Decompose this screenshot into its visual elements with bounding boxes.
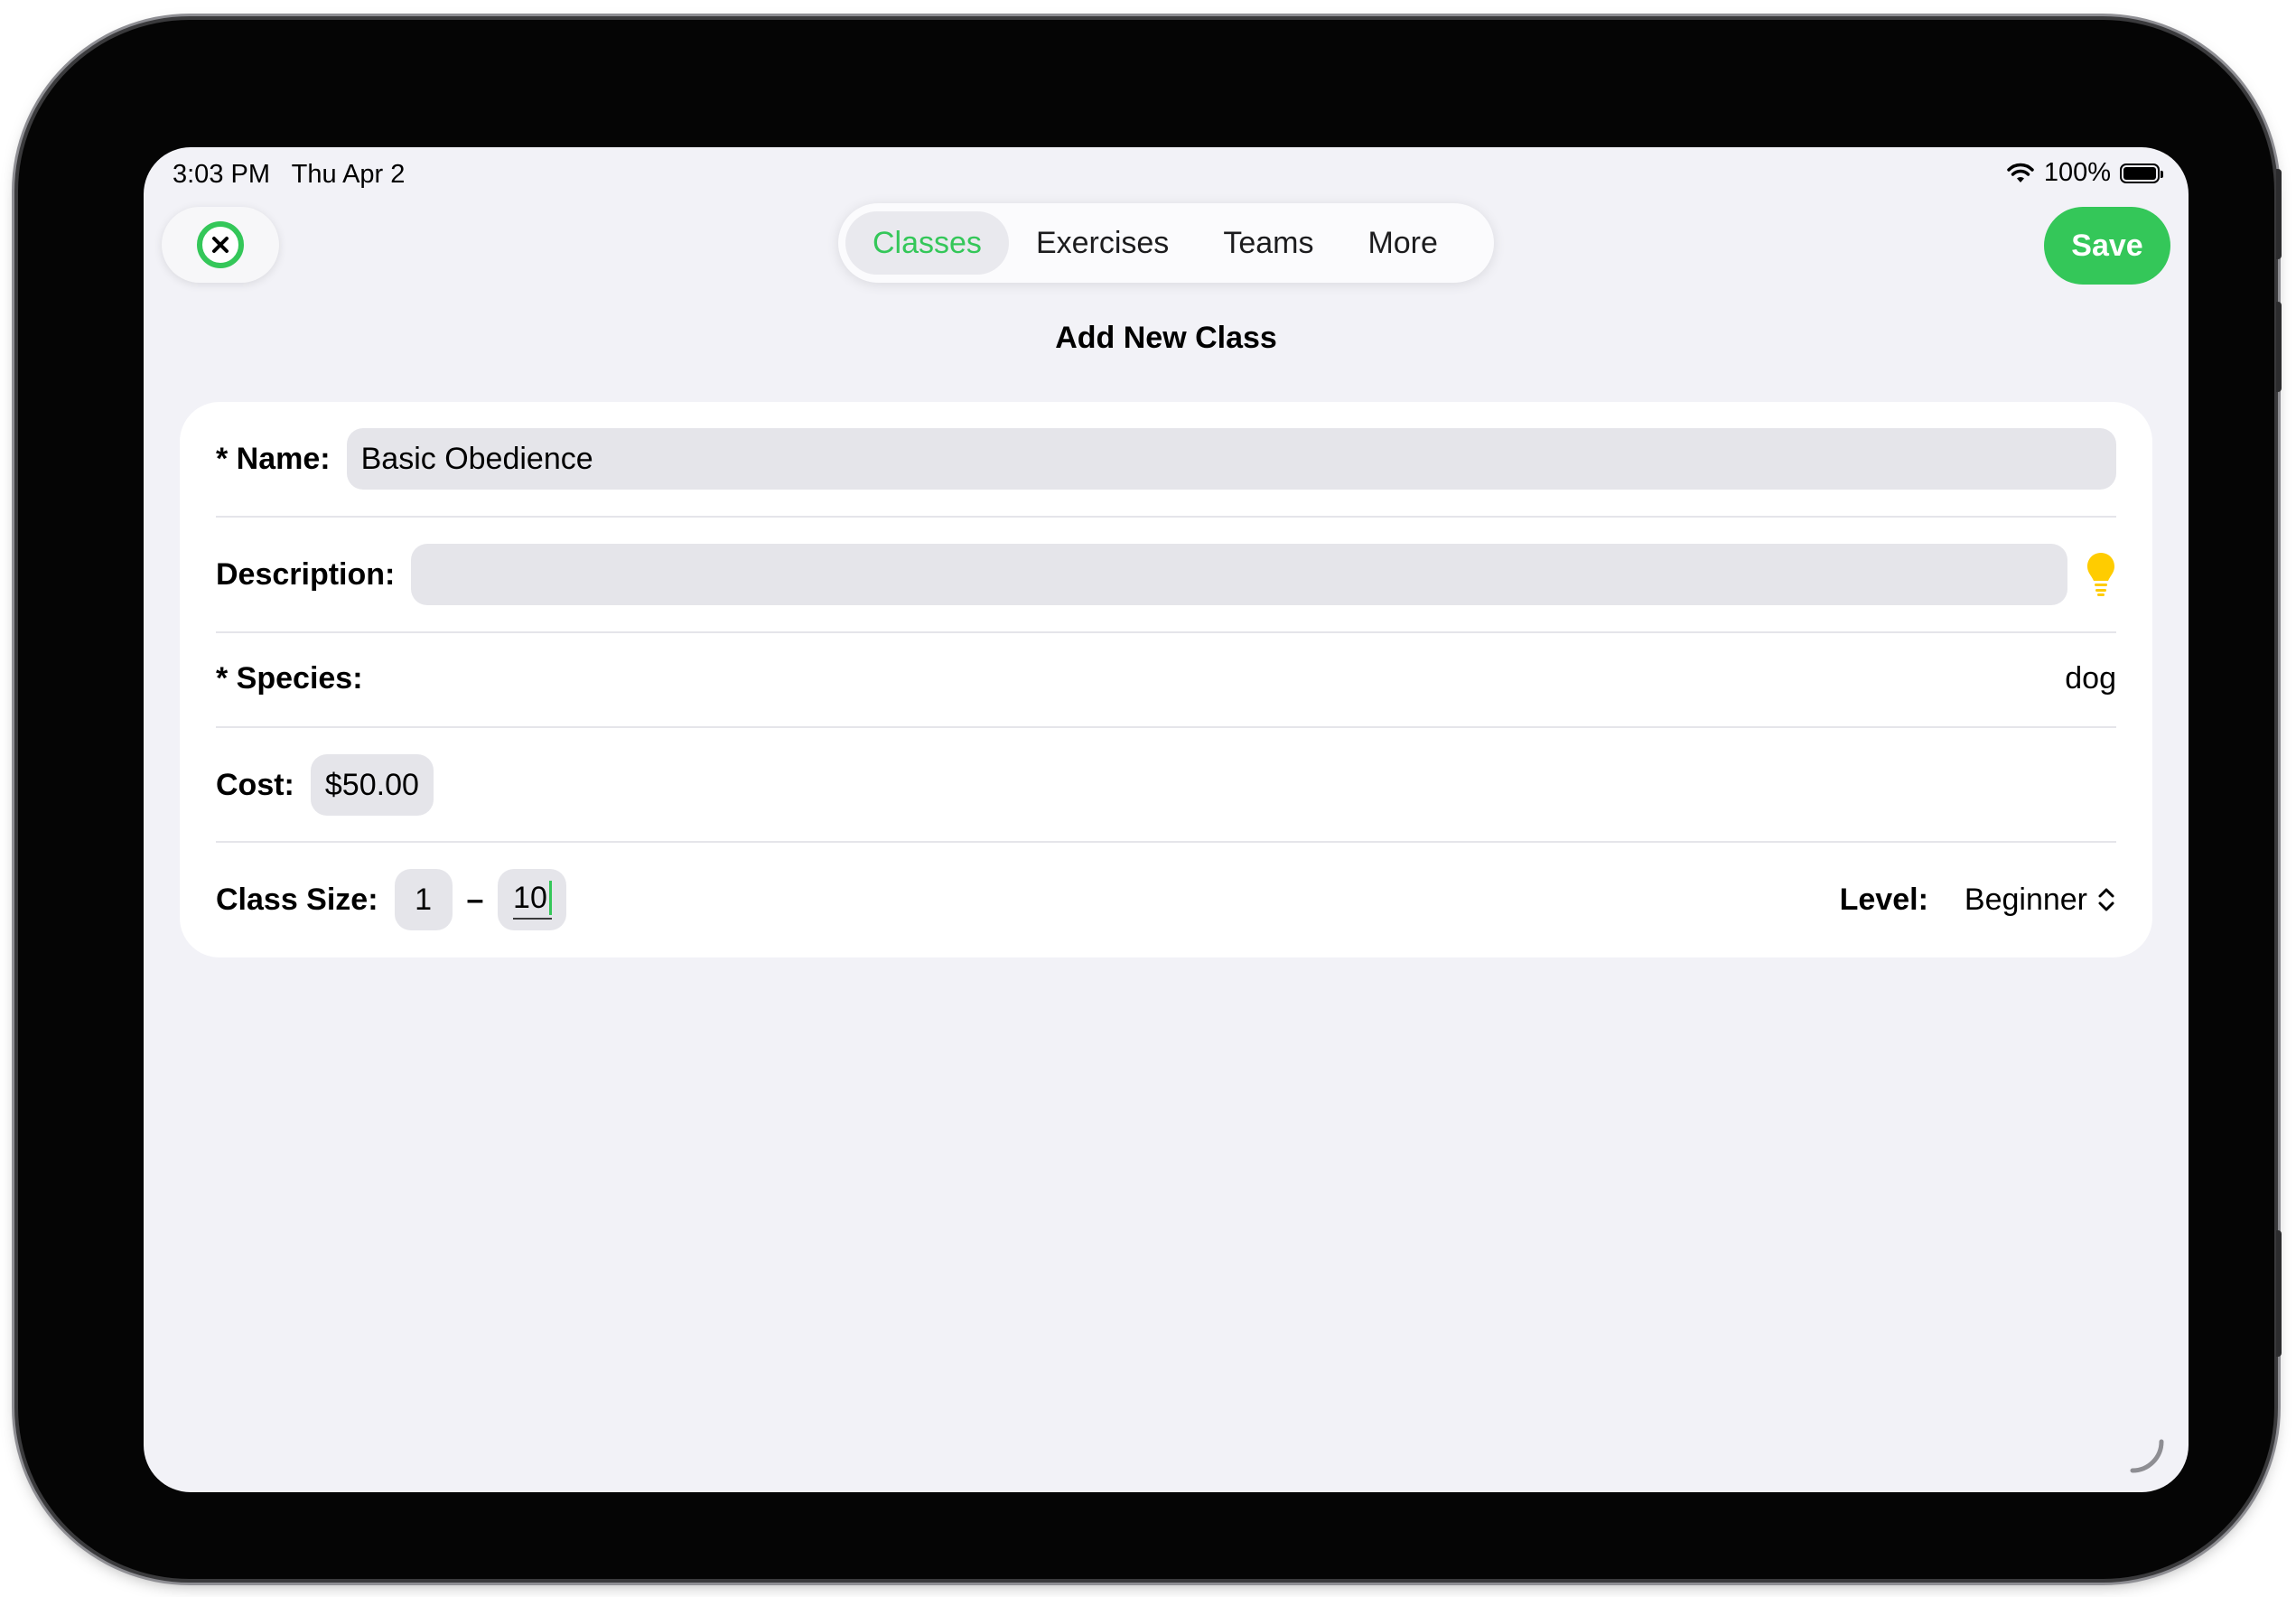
status-time-date: 3:03 PM Thu Apr 2 [173, 160, 405, 190]
cost-label: Cost: [216, 767, 294, 802]
cost-row: Cost: $50.00 [216, 752, 2116, 817]
description-row: Description: [216, 542, 2116, 607]
class-size-max-editor: 10 [513, 881, 552, 920]
class-size-max-value: 10 [513, 880, 547, 915]
tab-exercises[interactable]: Exercises [1009, 211, 1196, 275]
divider [216, 841, 2116, 843]
page-title: Add New Class [1055, 321, 1277, 355]
status-indicators: 100% [2006, 158, 2163, 188]
class-size-row: Class Size: 1 – 10 Level: Beginner [216, 867, 2116, 932]
status-time: 3:03 PM [173, 160, 270, 189]
species-value[interactable]: dog [2065, 661, 2116, 696]
class-size-label: Class Size: [216, 882, 378, 917]
battery-percentage: 100% [2043, 158, 2111, 187]
tab-more[interactable]: More [1340, 211, 1464, 275]
name-field[interactable]: Basic Obedience [346, 428, 2116, 490]
volume-down-button [2276, 302, 2282, 392]
tab-teams[interactable]: Teams [1196, 211, 1340, 275]
class-size-max-field[interactable]: 10 [498, 869, 567, 930]
save-button[interactable]: Save [2044, 207, 2170, 285]
description-label: Description: [216, 556, 396, 592]
divider [216, 726, 2116, 728]
name-row: * Name: Basic Obedience [216, 426, 2116, 491]
status-date: Thu Apr 2 [291, 160, 406, 189]
resize-handle-icon[interactable] [2129, 1438, 2165, 1474]
close-button[interactable] [162, 207, 279, 283]
species-row[interactable]: * Species: dog [216, 651, 2116, 705]
volume-up-button [2276, 169, 2282, 259]
battery-icon [2120, 163, 2163, 183]
class-size-min-field[interactable]: 1 [394, 869, 453, 930]
level-label: Level: [1839, 882, 1928, 917]
class-form: * Name: Basic Obedience Description: * S… [180, 402, 2152, 957]
status-bar: 3:03 PM Thu Apr 2 100% [144, 147, 2189, 201]
chevron-up-down-icon [2098, 888, 2114, 911]
screen: 3:03 PM Thu Apr 2 100% Classes Exercises… [144, 147, 2189, 1492]
section-tabs: Classes Exercises Teams More [838, 203, 1494, 283]
wifi-icon [2007, 163, 2034, 182]
battery-level [2123, 166, 2156, 180]
power-button [2276, 1230, 2282, 1357]
divider [216, 516, 2116, 518]
close-icon [197, 221, 244, 268]
text-cursor [548, 881, 552, 915]
cost-field[interactable]: $50.00 [310, 754, 434, 816]
tab-classes[interactable]: Classes [845, 211, 1009, 275]
name-label: * Name: [216, 441, 331, 476]
lightbulb-icon[interactable] [2086, 551, 2116, 598]
description-field[interactable] [411, 544, 2067, 605]
class-size-separator: – [466, 882, 484, 917]
level-picker[interactable]: Beginner [1965, 883, 2116, 918]
level-value: Beginner [1964, 882, 2087, 917]
ipad-frame: 3:03 PM Thu Apr 2 100% Classes Exercises… [18, 20, 2282, 1579]
divider [216, 631, 2116, 633]
species-label: * Species: [216, 660, 363, 696]
